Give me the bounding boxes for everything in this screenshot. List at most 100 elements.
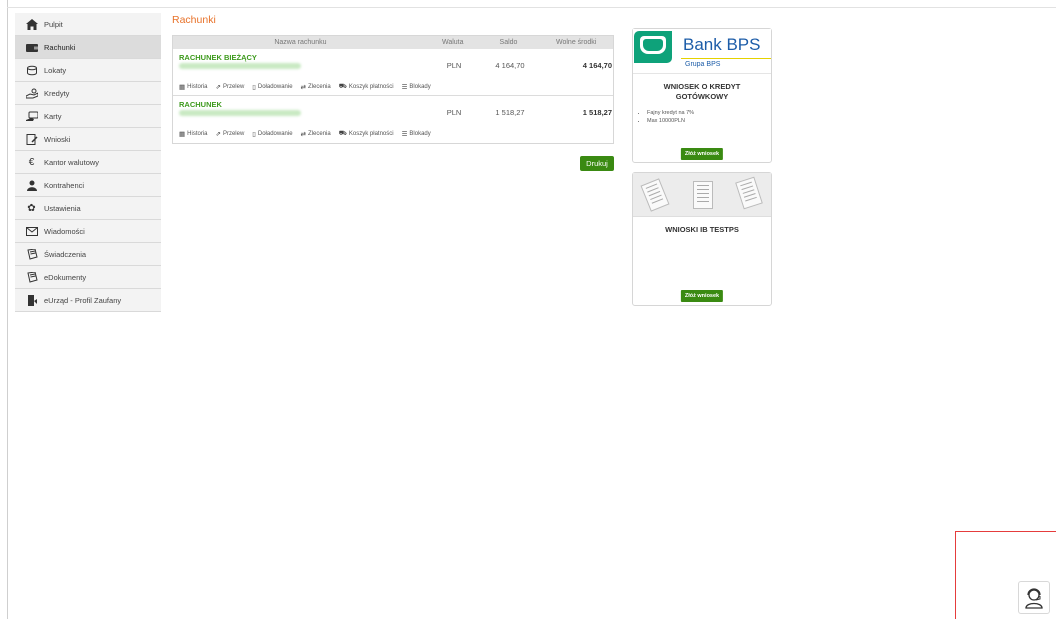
account-number-blurred (179, 63, 301, 69)
account-free-funds: 1 518,27 (582, 108, 612, 117)
accounts-table: Nazwa rachunku Waluta Saldo Wolne środki… (172, 35, 614, 144)
sidebar-item-ustawienia[interactable]: ✿ Ustawienia (15, 197, 161, 220)
external-link-icon: ⇗ (215, 83, 221, 91)
bank-name: Bank BPS (683, 35, 761, 54)
sidebar-item-kredyty[interactable]: Kredyty (15, 82, 161, 105)
blocks-action[interactable]: ☰ Blokady (402, 129, 431, 138)
account-actions: ▦ Historia ⇗ Przelew ▯ Doładowanie ⇄ Zleceni… (179, 82, 439, 91)
sidebar-item-label: Kontrahenci (44, 180, 85, 190)
submit-application-button[interactable]: Złóż wniosek (680, 290, 724, 302)
external-link-icon: ⇗ (215, 130, 221, 138)
orders-action[interactable]: ⇄ Zlecenia (301, 129, 331, 138)
sidebar-item-label: Świadczenia (44, 249, 87, 259)
sidebar-item-karty[interactable]: Karty (15, 105, 161, 128)
sidebar-item-eurzad[interactable]: eUrząd - Profil Zaufany (15, 289, 161, 312)
coins-icon (25, 64, 38, 76)
bank-logo: Bank BPS Grupa BPS (633, 29, 771, 74)
phone-icon: ▯ (252, 130, 256, 138)
bank-group: Grupa BPS (685, 61, 721, 68)
sidebar-item-lokaty[interactable]: Lokaty (15, 59, 161, 82)
sidebar-item-edokumenty[interactable]: eDokumenty (15, 266, 161, 289)
sidebar-item-label: eUrząd - Profil Zaufany (44, 295, 122, 305)
cart-action[interactable]: ⛟ Koszyk płatności (339, 82, 394, 91)
submit-application-button[interactable]: Złóż wniosek (680, 148, 724, 160)
retweet-icon: ⇄ (300, 130, 307, 138)
transfer-action[interactable]: ⇗ Przelew (216, 82, 245, 91)
form-icon (25, 133, 38, 145)
sidebar-item-kontrahenci[interactable]: Kontrahenci (15, 174, 161, 197)
account-number-blurred (179, 110, 301, 116)
euro-icon: € (28, 156, 35, 168)
sidebar-item-label: Wiadomości (44, 226, 85, 236)
profile-icon (25, 294, 38, 306)
cart-icon: ⛟ (338, 83, 347, 90)
blocks-action[interactable]: ☰ Blokady (402, 82, 431, 91)
table-row: RACHUNEK BIEŻĄCY PLN 4 164,70 4 164,70 ▦… (173, 49, 613, 96)
header-name: Nazwa rachunku (274, 39, 327, 46)
sidebar-item-wiadomosci[interactable]: Wiadomości (15, 220, 161, 243)
sidebar-item-label: Wnioski (44, 134, 71, 144)
account-balance: 1 518,27 (495, 108, 525, 117)
list-item: Max 10000PLN (647, 117, 771, 125)
cart-action[interactable]: ⛟ Koszyk płatności (339, 129, 394, 138)
sidebar-item-label: Rachunki (44, 42, 76, 52)
account-free-funds: 4 164,70 (582, 61, 612, 70)
document-icon (25, 248, 38, 260)
cart-icon: ⛟ (338, 130, 347, 137)
topup-action[interactable]: ▯ Doładowanie (252, 82, 292, 91)
hand-money-icon (25, 87, 38, 99)
phone-icon: ▯ (252, 83, 256, 91)
gear-icon: ✿ (27, 202, 36, 214)
topup-action[interactable]: ▯ Doładowanie (252, 129, 292, 138)
transfer-action[interactable]: ⇗ Przelew (216, 129, 245, 138)
promo-title: WNIOSKI IB TESTPS (665, 225, 739, 234)
list-icon: ☰ (401, 130, 408, 138)
sidebar-item-label: Kredyty (44, 88, 70, 98)
account-name-link[interactable]: RACHUNEK (179, 100, 222, 109)
window-frame-left (7, 0, 8, 619)
retweet-icon: ⇄ (300, 83, 307, 91)
promo-title: WNIOSEK O KREDYT GOTÓWKOWY (663, 82, 741, 101)
sidebar-item-wnioski[interactable]: Wnioski (15, 128, 161, 151)
history-action[interactable]: ▦ Historia (179, 82, 208, 91)
sidebar-item-label: Lokaty (44, 65, 67, 75)
bank-logo-mark-icon (634, 31, 672, 63)
users-icon (25, 179, 38, 191)
sidebar-item-label: Karty (44, 111, 62, 121)
documents-illustration-icon (633, 173, 771, 217)
help-consultant-button[interactable] (1018, 581, 1050, 614)
sidebar-item-label: eDokumenty (44, 272, 87, 282)
sidebar-item-rachunki[interactable]: Rachunki (15, 36, 161, 59)
header-currency: Waluta (441, 39, 464, 46)
account-currency: PLN (446, 61, 462, 70)
promo-card-applications: WNIOSKI IB TESTPS Złóż wniosek (632, 172, 772, 306)
consultant-icon (1025, 587, 1043, 609)
card-hand-icon (25, 110, 38, 122)
envelope-icon (25, 225, 38, 237)
account-balance: 4 164,70 (495, 61, 525, 70)
promo-bullets: Fajny kredyt na 7% Max 10000PLN (647, 109, 771, 125)
list-icon: ☰ (401, 83, 408, 91)
home-icon (25, 18, 38, 30)
promo-card-loan: Bank BPS Grupa BPS WNIOSEK O KREDYT GOTÓ… (632, 28, 772, 163)
window-frame-top (7, 7, 1056, 8)
account-name-link[interactable]: RACHUNEK BIEŻĄCY (179, 53, 257, 62)
sidebar-item-swiadczenia[interactable]: Świadczenia (15, 243, 161, 266)
wallet-icon (25, 41, 38, 53)
calendar-icon: ▦ (179, 83, 186, 91)
sidebar-item-label: Pulpit (44, 19, 63, 29)
orders-action[interactable]: ⇄ Zlecenia (301, 82, 331, 91)
print-button[interactable]: Drukuj (580, 156, 614, 171)
document-icon (25, 271, 38, 283)
sidebar-item-pulpit[interactable]: Pulpit (15, 13, 161, 36)
history-action[interactable]: ▦ Historia (179, 129, 208, 138)
sidebar-item-label: Kantor walutowy (44, 157, 100, 167)
account-currency: PLN (446, 108, 462, 117)
table-row: RACHUNEK PLN 1 518,27 1 518,27 ▦ Historia… (173, 96, 613, 143)
table-header: Nazwa rachunku Waluta Saldo Wolne środki (173, 36, 613, 49)
sidebar-item-label: Ustawienia (44, 203, 81, 213)
list-item: Fajny kredyt na 7% (647, 109, 771, 117)
page-title: Rachunki (172, 14, 216, 26)
sidebar-item-kantor[interactable]: € Kantor walutowy (15, 151, 161, 174)
header-balance: Saldo (499, 39, 518, 46)
